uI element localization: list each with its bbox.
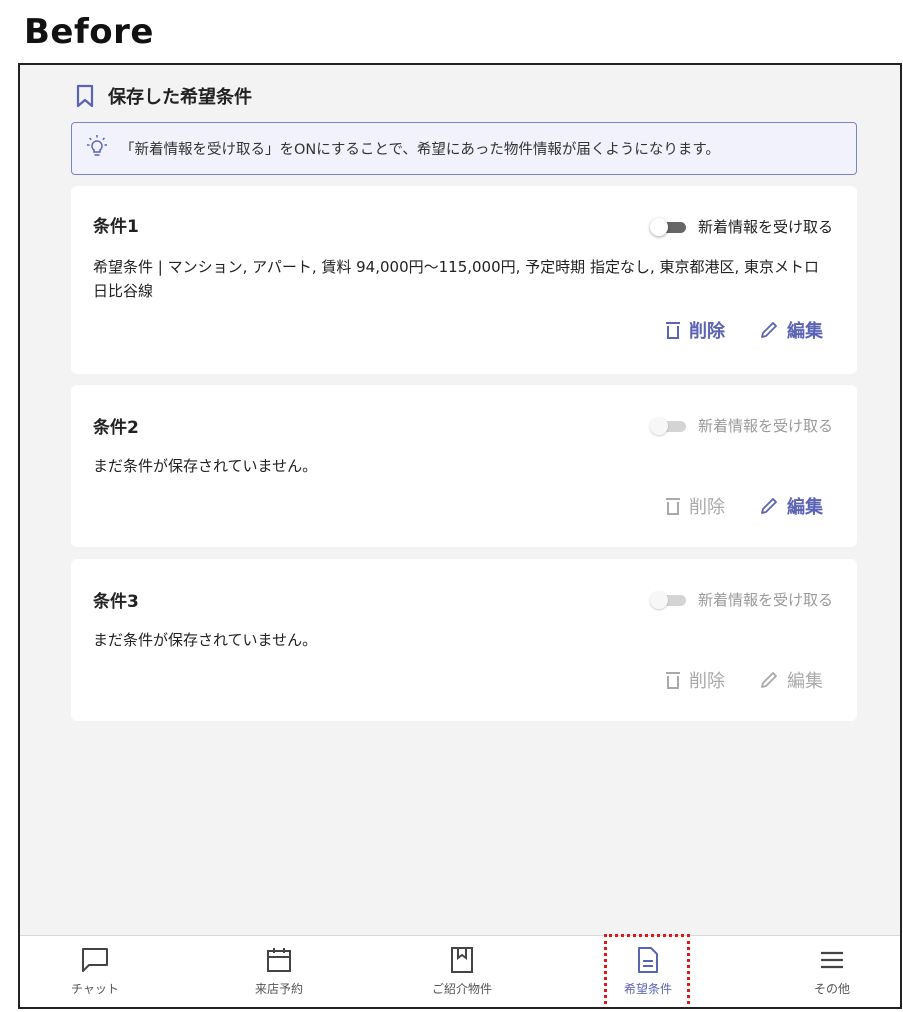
delete-button[interactable]: 削除 — [665, 667, 725, 693]
delete-label: 削除 — [689, 321, 725, 342]
trash-icon — [665, 670, 681, 690]
card-actions: 削除 編集 — [665, 317, 823, 343]
chat-icon — [80, 946, 110, 974]
tab-more[interactable]: その他 — [772, 946, 892, 997]
tab-reservation[interactable]: 来店予約 — [219, 946, 339, 997]
card-actions: 削除 編集 — [665, 667, 823, 693]
delete-label: 削除 — [689, 497, 725, 518]
trash-icon — [665, 496, 681, 516]
info-banner: 「新着情報を受け取る」をONにすることで、希望にあった物件情報が届くようになりま… — [71, 122, 857, 175]
card-title: 条件2 — [93, 418, 139, 438]
tab-label: ご紹介物件 — [431, 982, 492, 996]
before-label: Before — [24, 12, 154, 52]
toggle-label: 新着情報を受け取る — [697, 417, 833, 435]
lightbulb-icon — [84, 134, 110, 164]
toggle-label: 新着情報を受け取る — [697, 591, 833, 609]
condition-card-2: 条件2 新着情報を受け取る まだ条件が保存されていません。 削除 編集 — [71, 385, 857, 547]
notification-toggle[interactable]: 新着情報を受け取る — [649, 415, 833, 436]
bottom-tab-bar: チャット 来店予約 ご紹介物件 希望条件 その他 — [20, 935, 900, 1007]
edit-label: 編集 — [787, 321, 823, 342]
highlight-box — [604, 934, 690, 1007]
card-description: 希望条件 | マンション, アパート, 賃料 94,000円〜115,000円,… — [93, 258, 820, 300]
calendar-icon — [265, 946, 293, 974]
edit-label: 編集 — [787, 671, 823, 692]
edit-label: 編集 — [787, 497, 823, 518]
pencil-icon — [759, 670, 779, 690]
pencil-icon — [759, 320, 779, 340]
tab-label: チャット — [71, 982, 119, 996]
pencil-icon — [759, 496, 779, 516]
bookmark-icon — [76, 84, 94, 108]
card-actions: 削除 編集 — [665, 493, 823, 519]
delete-button[interactable]: 削除 — [665, 317, 725, 343]
condition-card-1: 条件1 新着情報を受け取る 希望条件 | マンション, アパート, 賃料 94,… — [71, 186, 857, 374]
card-description: まだ条件が保存されていません。 — [93, 631, 318, 649]
tab-chat[interactable]: チャット — [35, 946, 155, 997]
bookmark-icon — [449, 946, 475, 974]
trash-icon — [665, 320, 681, 340]
toggle-label: 新着情報を受け取る — [697, 218, 833, 236]
toggle-switch[interactable] — [649, 416, 688, 435]
app-frame: 保存した希望条件 「新着情報を受け取る」をONにすることで、希望にあった物件情報… — [18, 63, 902, 1009]
delete-button[interactable]: 削除 — [665, 493, 725, 519]
toggle-switch[interactable] — [649, 590, 688, 609]
menu-icon — [818, 946, 846, 974]
info-text: 「新着情報を受け取る」をONにすることで、希望にあった物件情報が届くようになりま… — [120, 142, 720, 158]
edit-button[interactable]: 編集 — [759, 667, 823, 693]
page-header: 保存した希望条件 — [76, 83, 252, 109]
delete-label: 削除 — [689, 671, 725, 692]
card-title: 条件1 — [93, 217, 139, 237]
page-title: 保存した希望条件 — [108, 87, 252, 108]
tab-label: 来店予約 — [254, 982, 303, 996]
edit-button[interactable]: 編集 — [759, 317, 823, 343]
card-title: 条件3 — [93, 592, 139, 612]
tab-label: その他 — [813, 982, 850, 996]
card-description: まだ条件が保存されていません。 — [93, 457, 318, 475]
notification-toggle[interactable]: 新着情報を受け取る — [649, 216, 833, 237]
notification-toggle[interactable]: 新着情報を受け取る — [649, 589, 833, 610]
toggle-switch[interactable] — [649, 217, 688, 236]
edit-button[interactable]: 編集 — [759, 493, 823, 519]
condition-card-3: 条件3 新着情報を受け取る まだ条件が保存されていません。 削除 編集 — [71, 559, 857, 721]
tab-properties[interactable]: ご紹介物件 — [402, 946, 522, 997]
